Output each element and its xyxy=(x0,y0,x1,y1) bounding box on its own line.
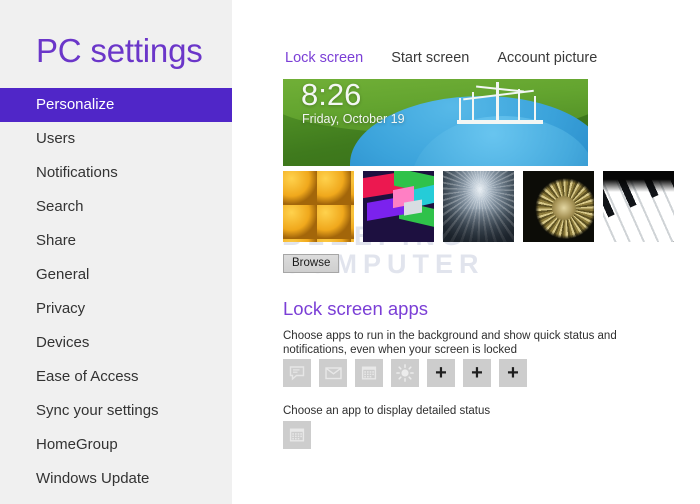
sidebar-item-ease-of-access[interactable]: Ease of Access xyxy=(0,360,232,394)
mail-icon xyxy=(324,366,342,380)
tab-label: Start screen xyxy=(391,50,470,66)
preview-pavilion xyxy=(454,81,546,131)
main-content: Lock screen Start screen Account picture… xyxy=(232,0,700,504)
thumbnail-tunnel-architecture[interactable] xyxy=(443,171,514,242)
thumbnail-geometric-color[interactable] xyxy=(363,171,434,242)
sidebar-item-label: Search xyxy=(36,198,84,215)
sidebar-item-label: Personalize xyxy=(36,96,115,113)
detailed-status-tile-wrapper xyxy=(283,421,311,449)
page-title: PC settings xyxy=(36,32,203,69)
sidebar-item-search[interactable]: Search xyxy=(0,190,232,224)
sidebar-item-label: Sync your settings xyxy=(36,402,159,419)
tab-bar: Lock screen Start screen Account picture xyxy=(283,50,599,66)
sidebar-nav: Personalize Users Notifications Search S… xyxy=(0,88,232,496)
tab-lock-screen[interactable]: Lock screen xyxy=(283,50,365,66)
thumbnail-honeycomb-amber[interactable] xyxy=(283,171,354,242)
sidebar-item-homegroup[interactable]: HomeGroup xyxy=(0,428,232,462)
browse-button-label: Browse xyxy=(292,257,331,269)
sidebar-item-label: HomeGroup xyxy=(36,436,118,453)
detailed-status-app-tile-calendar[interactable] xyxy=(283,421,311,449)
sidebar-item-label: General xyxy=(36,266,90,283)
tab-label: Account picture xyxy=(497,50,598,66)
detailed-status-label: Choose an app to display detailed status xyxy=(283,405,491,417)
app-tile-mail[interactable] xyxy=(319,359,347,387)
thumbnail-nautilus-shell[interactable] xyxy=(523,171,594,242)
sidebar: PC settings Personalize Users Notificati… xyxy=(0,0,232,504)
weather-sun-icon xyxy=(396,364,414,382)
sidebar-item-users[interactable]: Users xyxy=(0,122,232,156)
lock-screen-preview: 8:26 Friday, October 19 xyxy=(283,79,588,166)
preview-clock-time: 8:26 xyxy=(301,79,362,112)
calendar-icon xyxy=(361,365,377,381)
sidebar-item-notifications[interactable]: Notifications xyxy=(0,156,232,190)
sidebar-item-general[interactable]: General xyxy=(0,258,232,292)
sidebar-item-label: Devices xyxy=(36,334,90,351)
tab-start-screen[interactable]: Start screen xyxy=(389,50,471,66)
sidebar-item-label: Users xyxy=(36,130,76,147)
lock-screen-app-tiles: + + + xyxy=(283,359,527,387)
sidebar-item-label: Share xyxy=(36,232,77,249)
sidebar-item-share[interactable]: Share xyxy=(0,224,232,258)
preview-clock-date: Friday, October 19 xyxy=(302,112,405,126)
sidebar-item-label: Notifications xyxy=(36,164,118,181)
pc-settings-window: PC settings Personalize Users Notificati… xyxy=(0,0,700,504)
browse-button[interactable]: Browse xyxy=(283,254,340,273)
sidebar-item-label: Ease of Access xyxy=(36,368,139,385)
tab-label: Lock screen xyxy=(285,50,364,66)
app-tile-weather[interactable] xyxy=(391,359,419,387)
sidebar-item-personalize[interactable]: Personalize xyxy=(0,88,232,122)
messaging-icon xyxy=(289,365,305,381)
app-tile-messaging[interactable] xyxy=(283,359,311,387)
sidebar-item-sync-your-settings[interactable]: Sync your settings xyxy=(0,394,232,428)
thumbnail-piano-keys[interactable] xyxy=(603,171,674,242)
tab-account-picture[interactable]: Account picture xyxy=(495,50,599,66)
sidebar-item-label: Windows Update xyxy=(36,470,150,487)
calendar-icon xyxy=(289,427,305,443)
add-app-tile-1[interactable]: + xyxy=(427,359,455,387)
sidebar-item-label: Privacy xyxy=(36,300,86,317)
add-app-tile-2[interactable]: + xyxy=(463,359,491,387)
sidebar-item-devices[interactable]: Devices xyxy=(0,326,232,360)
sidebar-item-privacy[interactable]: Privacy xyxy=(0,292,232,326)
sidebar-item-windows-update[interactable]: Windows Update xyxy=(0,462,232,496)
lock-screen-apps-description: Choose apps to run in the background and… xyxy=(283,330,617,356)
lock-screen-image-choices xyxy=(283,171,674,242)
app-tile-calendar[interactable] xyxy=(355,359,383,387)
lock-screen-apps-heading: Lock screen apps xyxy=(283,298,429,319)
add-app-tile-3[interactable]: + xyxy=(499,359,527,387)
